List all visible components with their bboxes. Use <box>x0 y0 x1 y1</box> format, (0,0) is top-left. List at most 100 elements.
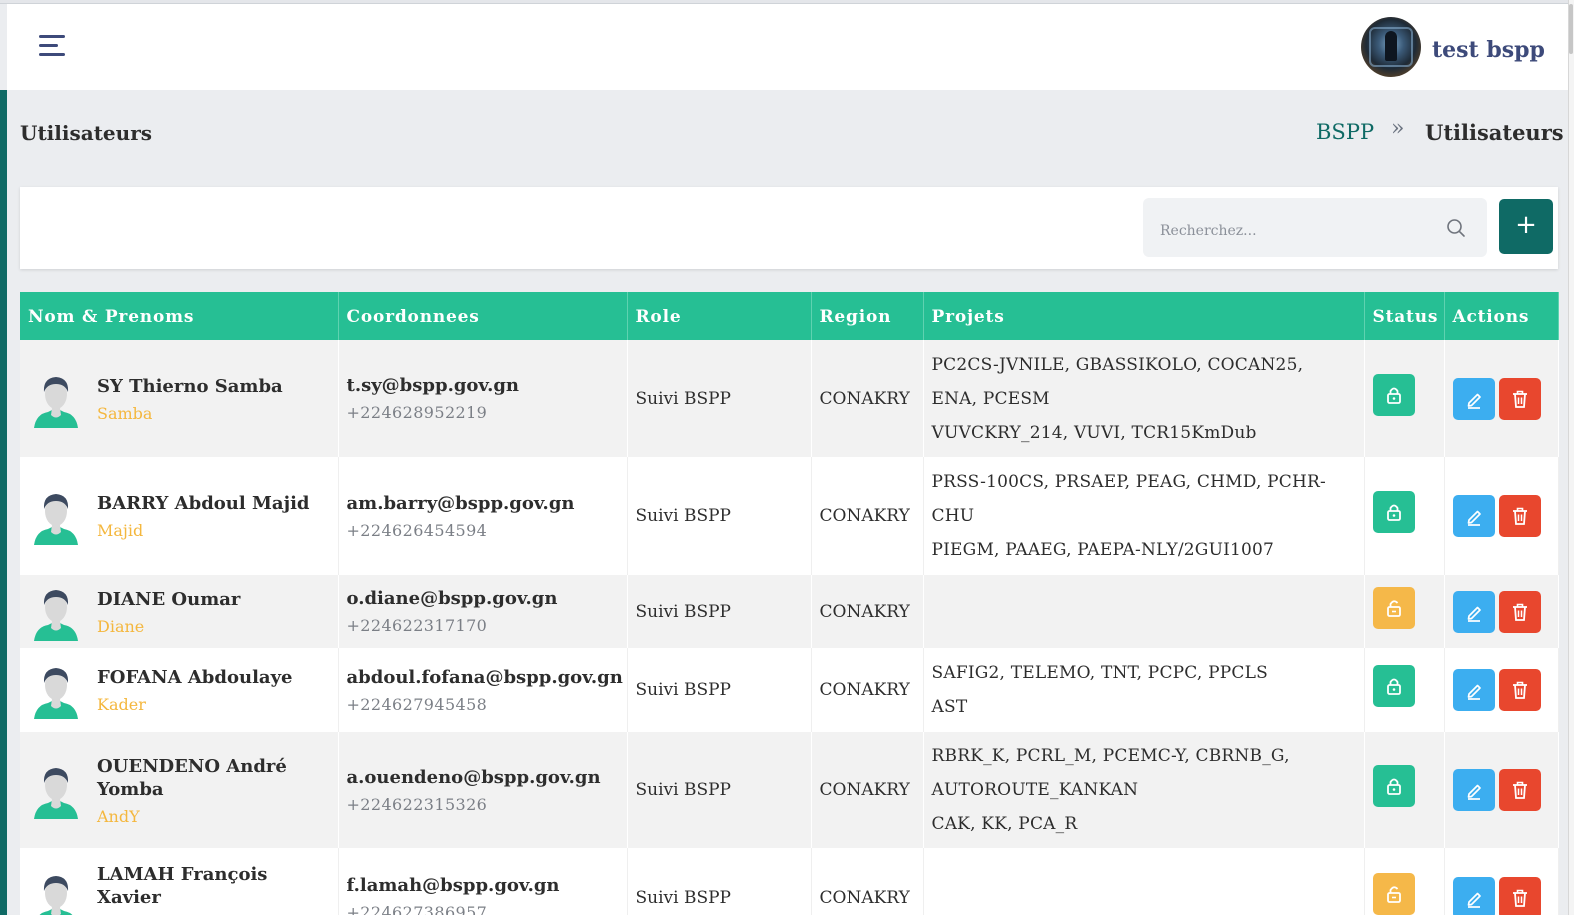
trash-icon <box>1512 507 1527 525</box>
breadcrumb-home-link[interactable]: BSPP <box>1316 120 1374 144</box>
table-row[interactable]: FOFANA Abdoulaye Kader abdoul.fofana@bspp.… <box>20 648 1559 732</box>
pencil-icon <box>1467 510 1481 526</box>
edit-button[interactable] <box>1452 669 1495 711</box>
projects-cell: PRSS-100CS, PRSAEP, PEAG, CHMD, PCHR- CHU… <box>923 457 1365 575</box>
user-full-name: FOFANA Abdoulaye <box>97 667 293 688</box>
column-header-contact[interactable]: Coordonnees <box>338 292 628 340</box>
column-header-role[interactable]: Role <box>627 292 812 340</box>
edit-button[interactable] <box>1452 769 1495 811</box>
project-line: SAFIG2, TELEMO, TNT, PCPC, PPCLS <box>931 663 1268 683</box>
trash-icon <box>1512 781 1527 799</box>
page-title: Utilisateurs <box>20 121 152 145</box>
column-header-actions[interactable]: Actions <box>1444 292 1559 340</box>
top-header: test bspp <box>7 4 1568 90</box>
contact-cell: f.lamah@bspp.gov.gn +224627386957 <box>338 848 628 915</box>
project-line: PC2CS-JVNILE, GBASSIKOLO, COCAN25, <box>931 354 1304 375</box>
status-lock-button[interactable] <box>1372 665 1415 707</box>
users-table: Nom & Prenoms Coordonnees Role Region Pr… <box>20 292 1559 915</box>
search-input[interactable] <box>1143 198 1433 257</box>
delete-button[interactable] <box>1498 495 1541 537</box>
status-cell <box>1364 648 1445 732</box>
status-lock-button[interactable] <box>1372 373 1415 416</box>
edit-button[interactable] <box>1452 495 1495 537</box>
delete-button[interactable] <box>1498 377 1541 420</box>
edit-button[interactable] <box>1452 877 1495 915</box>
table-header-row: Nom & Prenoms Coordonnees Role Region Pr… <box>20 292 1559 340</box>
project-line: AST <box>931 697 968 717</box>
name-cell: DIANE Oumar Diane <box>20 575 339 648</box>
hamburger-menu-icon[interactable] <box>39 35 67 61</box>
user-nickname: Samba <box>97 403 153 423</box>
status-cell <box>1364 575 1445 648</box>
table-row[interactable]: BARRY Abdoul Majid Majid am.barry@bspp.gov… <box>20 457 1559 575</box>
delete-button[interactable] <box>1498 769 1541 811</box>
contact-cell: a.ouendeno@bspp.gov.gn +224622315326 <box>338 732 628 848</box>
user-avatar[interactable] <box>1361 17 1421 77</box>
user-nickname: AndY <box>97 806 140 826</box>
lock-icon <box>1386 778 1401 795</box>
contact-cell: abdoul.fofana@bspp.gov.gn +224627945458 <box>338 648 628 732</box>
user-phone: +224627386957 <box>346 902 488 915</box>
add-user-button[interactable]: + <box>1499 199 1553 254</box>
project-line: RBRK_K, PCRL_M, PCEMC-Y, CBRNB_G, <box>931 746 1290 766</box>
lock-icon <box>1386 387 1401 404</box>
user-full-name: LAMAH François Xavier <box>97 863 268 908</box>
column-header-name[interactable]: Nom & Prenoms <box>20 292 339 340</box>
trash-icon <box>1512 889 1527 907</box>
table-row[interactable]: LAMAH François XavierXavierf.lamah@bspp.… <box>20 848 1559 915</box>
trash-icon <box>1512 603 1527 621</box>
status-unlock-button[interactable] <box>1372 873 1415 915</box>
region-cell: CONAKRY <box>811 732 924 848</box>
edit-button[interactable] <box>1452 377 1495 420</box>
delete-button[interactable] <box>1498 669 1541 711</box>
column-header-projects[interactable]: Projets <box>923 292 1365 340</box>
pencil-icon <box>1467 606 1481 622</box>
user-silhouette-icon <box>34 590 78 641</box>
user-nickname: Diane <box>97 616 145 636</box>
delete-button[interactable] <box>1498 877 1541 915</box>
user-silhouette-icon <box>39 876 73 915</box>
contact-cell: t.sy@bspp.gov.gn +224628952219 <box>338 340 628 457</box>
project-line: PRSS-100CS, PRSAEP, PEAG, CHMD, PCHR- <box>931 472 1326 492</box>
region-cell: CONAKRY <box>811 340 924 457</box>
status-cell <box>1364 848 1445 915</box>
user-name[interactable]: test bspp <box>1432 37 1545 63</box>
trash-icon <box>1512 390 1527 408</box>
user-full-name: OUENDENO André Yomba <box>97 755 287 800</box>
table-row[interactable]: OUENDENO André Yomba AndY a.ouendeno@bspp.… <box>20 732 1559 848</box>
edit-button[interactable] <box>1452 590 1495 633</box>
projects-cell <box>923 848 1365 915</box>
status-lock-button[interactable] <box>1372 765 1415 807</box>
search-icon[interactable] <box>1446 218 1466 238</box>
user-email: t.sy@bspp.gov.gn <box>346 375 520 396</box>
scrollbar-thumb[interactable] <box>1569 4 1573 54</box>
role-cell: Suivi BSPP <box>627 648 812 732</box>
status-unlock-button[interactable] <box>1372 586 1415 629</box>
status-lock-button[interactable] <box>1372 491 1415 533</box>
user-email: f.lamah@bspp.gov.gn <box>346 874 560 896</box>
region-cell: CONAKRY <box>811 575 924 648</box>
name-cell: BARRY Abdoul Majid Majid <box>20 457 339 575</box>
scrollbar[interactable] <box>1568 0 1574 915</box>
region-cell: CONAKRY <box>811 848 924 915</box>
user-full-name: DIANE Oumar <box>97 588 241 610</box>
projects-cell: RBRK_K, PCRL_M, PCEMC-Y, CBRNB_G, AUTOROU… <box>923 732 1365 848</box>
delete-button[interactable] <box>1498 590 1541 633</box>
status-cell <box>1364 457 1445 575</box>
table-row[interactable]: DIANE Oumar Diane o.diane@bspp.gov.gn +2246… <box>20 575 1559 648</box>
projects-cell <box>923 575 1365 648</box>
column-header-region[interactable]: Region <box>811 292 924 340</box>
project-line: PIEGM, PAAEG, PAEPA-NLY/2GUI1007 <box>931 540 1275 560</box>
user-full-name: SY Thierno Samba <box>97 375 283 397</box>
user-phone: +224628952219 <box>346 403 488 422</box>
status-cell <box>1364 732 1445 848</box>
sidebar-edge <box>0 90 7 915</box>
column-header-status[interactable]: Status <box>1364 292 1445 340</box>
project-line: ENA, PCESM <box>931 388 1050 409</box>
contact-cell: o.diane@bspp.gov.gn +224622317170 <box>338 575 628 648</box>
projects-cell: PC2CS-JVNILE, GBASSIKOLO, COCAN25, ENA, P… <box>923 340 1365 457</box>
table-row[interactable]: SY Thierno Samba Samba t.sy@bspp.gov.gn +22… <box>20 340 1559 457</box>
role-cell: Suivi BSPP <box>627 457 812 575</box>
actions-cell <box>1444 848 1559 915</box>
role-cell: Suivi BSPP <box>627 848 812 915</box>
